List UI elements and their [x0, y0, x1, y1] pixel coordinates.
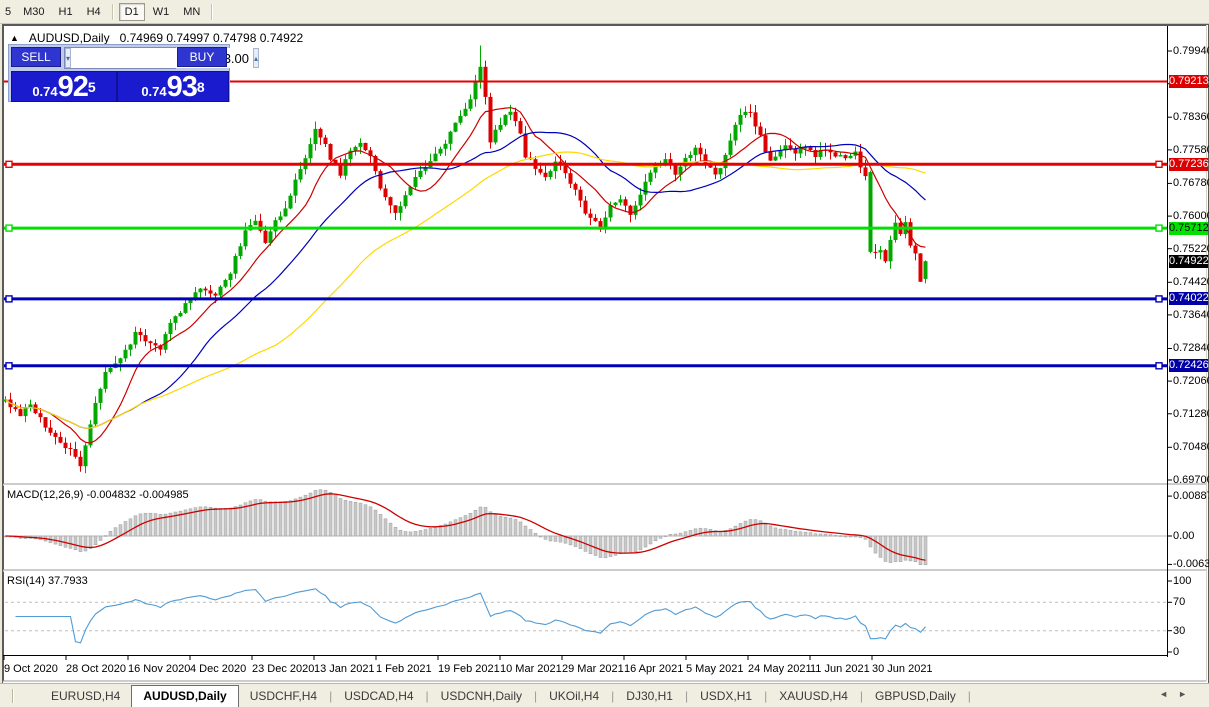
chart-tab-ukoil-h4[interactable]: UKOil,H4 [538, 685, 610, 707]
sell-price-sup: 5 [88, 72, 96, 102]
buy-price-prefix: 0.74 [141, 83, 166, 100]
price-tick-label: 0.76000 [1173, 210, 1209, 222]
chart-canvas[interactable] [0, 0, 1209, 707]
chart-symbol-label: AUDUSD,Daily [29, 31, 110, 45]
level-price-label: 0.72426 [1169, 359, 1208, 372]
price-tick-label: 0.69700 [1173, 474, 1209, 486]
price-tick-label: 0.73640 [1173, 309, 1209, 321]
rsi-axis-label: 0 [1173, 646, 1179, 658]
date-label: 28 Oct 2020 [66, 663, 126, 675]
date-label: 13 Jan 2021 [314, 663, 375, 675]
sell-price-big: 92 [58, 74, 88, 100]
tab-separator: | [534, 689, 537, 703]
axis-ticks [4, 51, 1172, 660]
tab-separator: | [860, 689, 863, 703]
price-tick-label: 0.76780 [1173, 177, 1209, 189]
level-price-label: 0.74022 [1169, 292, 1208, 305]
buy-price-big: 93 [167, 74, 197, 100]
price-tick-label: 0.72060 [1173, 375, 1209, 387]
macd-axis-label: -0.00632 [1173, 558, 1209, 570]
tabbar-notch [12, 689, 14, 703]
mt4-terminal: 5M30H1H4D1W1MN ▲ AUDUSD,Daily 0.74969 0.… [0, 0, 1209, 707]
date-label: 1 Feb 2021 [376, 663, 432, 675]
macd-axis-label: 0.008871 [1173, 490, 1209, 502]
hline-0.74022[interactable] [4, 296, 1167, 302]
macd-label: MACD(12,26,9) -0.004832 -0.004985 [7, 489, 189, 501]
level-price-label: 0.75712 [1169, 222, 1208, 235]
sell-price-display[interactable]: 0.74925 [11, 71, 117, 102]
ma-25-line [6, 132, 926, 428]
price-tick-label: 0.79940 [1173, 45, 1209, 57]
sell-price-prefix: 0.74 [32, 83, 57, 100]
tab-scroll-left-icon[interactable]: ◄ [1159, 689, 1178, 699]
tab-separator: | [968, 689, 971, 703]
ma-55-line [6, 152, 926, 428]
rsi-axis-label: 70 [1173, 596, 1185, 608]
rsi-axis-label: 30 [1173, 625, 1185, 637]
tab-separator: | [611, 689, 614, 703]
volume-spinner: ▾ ▴ [64, 47, 176, 69]
buy-button[interactable]: BUY [177, 47, 227, 67]
level-price-label: 0.77236 [1169, 158, 1208, 171]
date-label: 16 Nov 2020 [128, 663, 190, 675]
rsi-axis-label: 100 [1173, 575, 1191, 587]
price-tick-label: 0.75220 [1173, 243, 1209, 255]
candles-layer [4, 46, 928, 474]
chart-tab-usdcnh-daily[interactable]: USDCNH,Daily [430, 685, 533, 707]
date-label: 4 Dec 2020 [190, 663, 246, 675]
current-price-label: 0.74922 [1169, 255, 1208, 268]
chart-tab-gbpusd-daily[interactable]: GBPUSD,Daily [864, 685, 967, 707]
chart-ohlc-values: 0.74969 0.74997 0.74798 0.74922 [120, 31, 304, 45]
hline-0.75712[interactable] [4, 225, 1167, 231]
chart-tab-dj30-h1[interactable]: DJ30,H1 [615, 685, 684, 707]
date-label: 23 Dec 2020 [252, 663, 314, 675]
chart-tab-audusd-daily[interactable]: AUDUSD,Daily [131, 685, 238, 707]
ma-10-line [6, 108, 926, 443]
date-label: 24 May 2021 [748, 663, 812, 675]
price-tick-label: 0.72840 [1173, 342, 1209, 354]
chart-tab-usdchf-h4[interactable]: USDCHF,H4 [239, 685, 328, 707]
trade-panel: SELL ▾ ▴ BUY 0.74925 0.74938 [8, 44, 230, 102]
tab-scroll-right-icon[interactable]: ► [1178, 689, 1197, 699]
chart-title: ▲ AUDUSD,Daily 0.74969 0.74997 0.74798 0… [10, 31, 303, 45]
rsi-label: RSI(14) 37.7933 [7, 575, 88, 587]
chart-tab-usdcad-h4[interactable]: USDCAD,H4 [333, 685, 424, 707]
hline-0.72426[interactable] [4, 363, 1167, 369]
volume-increase-button[interactable]: ▴ [253, 48, 259, 68]
sell-button[interactable]: SELL [11, 47, 61, 67]
date-label: 16 Apr 2021 [624, 663, 683, 675]
rsi-line [16, 589, 926, 643]
price-tick-label: 0.70480 [1173, 441, 1209, 453]
tab-scroll-arrows: ◄► [1159, 689, 1197, 699]
hline-0.77236[interactable] [4, 161, 1167, 167]
date-label: 9 Oct 2020 [4, 663, 58, 675]
trade-panel-top-row: SELL ▾ ▴ BUY [9, 45, 229, 69]
price-tick-label: 0.78360 [1173, 111, 1209, 123]
buy-price-display[interactable]: 0.74938 [117, 71, 229, 102]
pane-borders [3, 26, 1207, 683]
date-label: 19 Feb 2021 [438, 663, 500, 675]
date-label: 11 Jun 2021 [810, 663, 870, 675]
tab-separator: | [426, 689, 429, 703]
chart-tab-xauusd-h4[interactable]: XAUUSD,H4 [768, 685, 859, 707]
chart-tab-eurusd-h4[interactable]: EURUSD,H4 [40, 685, 131, 707]
date-label: 29 Mar 2021 [562, 663, 624, 675]
date-label: 5 May 2021 [686, 663, 743, 675]
price-tick-label: 0.74420 [1173, 276, 1209, 288]
price-tick-label: 0.71280 [1173, 408, 1209, 420]
collapse-arrow-icon[interactable]: ▲ [10, 33, 19, 43]
chart-tab-usdx-h1[interactable]: USDX,H1 [689, 685, 763, 707]
level-price-label: 0.79213 [1169, 75, 1208, 88]
macd-axis-label: 0.00 [1173, 530, 1194, 542]
tab-separator: | [764, 689, 767, 703]
buy-price-sup: 8 [197, 72, 205, 102]
price-tick-label: 0.77580 [1173, 144, 1209, 156]
date-label: 10 Mar 2021 [500, 663, 562, 675]
tab-separator: | [685, 689, 688, 703]
chart-tab-bar: EURUSD,H4AUDUSD,DailyUSDCHF,H4|USDCAD,H4… [0, 683, 1209, 707]
date-label: 30 Jun 2021 [872, 663, 933, 675]
tab-separator: | [329, 689, 332, 703]
